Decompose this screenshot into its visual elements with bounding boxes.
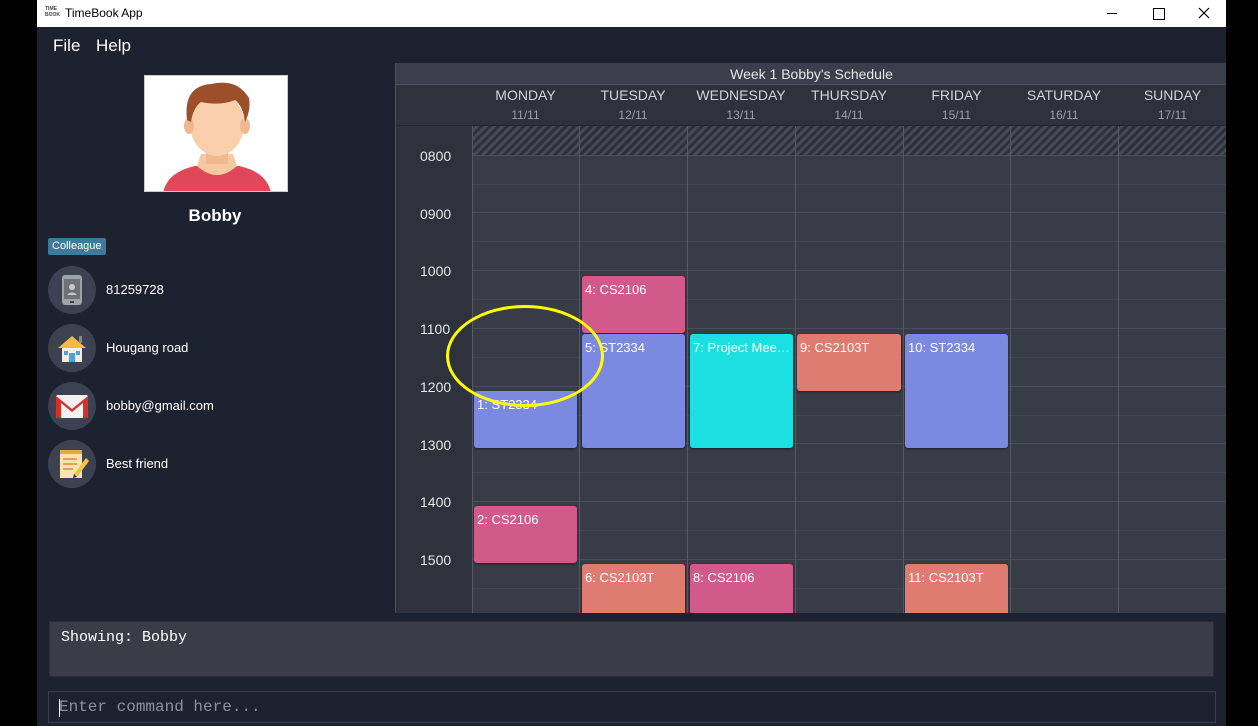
event-cs2106-tuesday[interactable]: 4: CS2106 xyxy=(582,276,685,333)
day-name: FRIDAY xyxy=(931,87,982,103)
avatar-icon xyxy=(145,76,287,191)
menu-help[interactable]: Help xyxy=(96,36,131,56)
time-label: 1200 xyxy=(420,379,452,395)
time-label: 0900 xyxy=(420,206,452,222)
all-day-row xyxy=(472,126,1226,155)
app-logo-icon: TIME BOOK xyxy=(45,6,60,18)
time-label: 1400 xyxy=(420,494,452,510)
grid-line xyxy=(472,472,1226,473)
address-row: Hougang road xyxy=(48,324,348,372)
remark-text: Best friend xyxy=(106,456,169,471)
day-date: 14/11 xyxy=(834,108,864,122)
day-date: 12/11 xyxy=(618,108,648,122)
time-label: 1100 xyxy=(420,321,451,337)
day-header-monday: MONDAY 11/11 xyxy=(472,85,579,125)
menu-file[interactable]: File xyxy=(53,36,80,56)
day-date: 11/11 xyxy=(511,108,540,122)
event-cs2103t-friday[interactable]: 11: CS2103T xyxy=(905,564,1008,613)
time-label: 1500 xyxy=(420,552,452,568)
grid-line xyxy=(1010,126,1011,613)
email-row: bobby@gmail.com xyxy=(48,382,348,430)
house-icon xyxy=(58,336,86,362)
grid-line xyxy=(472,212,1226,213)
grid-line xyxy=(472,501,1226,502)
time-label: 0800 xyxy=(420,148,452,164)
time-label: 1300 xyxy=(420,437,452,453)
time-label: 1000 xyxy=(420,263,452,279)
menu-bar: File Help xyxy=(37,27,1226,63)
grid-line xyxy=(472,559,1226,560)
email-text: bobby@gmail.com xyxy=(106,398,214,413)
remark-row: Best friend xyxy=(48,440,348,488)
schedule-title: Week 1 Bobby's Schedule xyxy=(396,63,1226,85)
day-header-tuesday: TUESDAY 12/11 xyxy=(579,85,687,125)
day-name: WEDNESDAY xyxy=(696,87,786,103)
grid-line xyxy=(1118,126,1119,613)
grid-line xyxy=(795,126,796,613)
schedule-panel: Week 1 Bobby's Schedule MONDAY 11/11 TUE… xyxy=(395,63,1226,613)
day-name: MONDAY xyxy=(495,87,556,103)
grid-line xyxy=(903,126,904,613)
screen-edge-left xyxy=(0,0,37,726)
highlight-circle xyxy=(446,305,604,407)
day-header-friday: FRIDAY 15/11 xyxy=(903,85,1010,125)
grid-line xyxy=(472,270,1226,271)
day-date: 15/11 xyxy=(941,108,972,122)
minimize-button[interactable] xyxy=(1089,0,1135,27)
app-window: TIME BOOK TimeBook App File Help Bobby C… xyxy=(37,0,1226,726)
phone-row: 81259728 xyxy=(48,266,348,314)
person-name: Bobby xyxy=(188,206,242,225)
grid-line xyxy=(472,530,1226,531)
text-caret xyxy=(59,699,60,717)
grid-line xyxy=(687,126,688,613)
phone-icon xyxy=(62,275,82,305)
day-date: 17/11 xyxy=(1157,108,1188,122)
command-input[interactable] xyxy=(49,692,1215,722)
grid-line xyxy=(472,241,1226,242)
avatar xyxy=(144,75,288,192)
event-cs2106-monday[interactable]: 2: CS2106 xyxy=(474,506,577,563)
day-date: 16/11 xyxy=(1049,108,1079,122)
maximize-button[interactable] xyxy=(1135,0,1181,27)
gmail-icon xyxy=(56,395,88,418)
window-title: TimeBook App xyxy=(65,6,143,20)
day-name: SATURDAY xyxy=(1026,87,1102,103)
phone-text: 81259728 xyxy=(106,282,164,297)
address-text: Hougang road xyxy=(106,340,189,355)
day-date: 13/11 xyxy=(726,108,756,122)
event-cs2103t-thursday[interactable]: 9: CS2103T xyxy=(797,334,901,391)
grid-line xyxy=(472,184,1226,185)
event-st2334-friday[interactable]: 10: ST2334 xyxy=(905,334,1008,448)
notepad-icon xyxy=(60,450,89,478)
day-name: TUESDAY xyxy=(600,87,666,103)
tag-badge: Colleague xyxy=(48,238,106,255)
day-name: THURSDAY xyxy=(811,87,887,103)
close-button[interactable] xyxy=(1181,0,1227,27)
day-header-thursday: THURSDAY 14/11 xyxy=(795,85,903,125)
grid-line xyxy=(472,155,1226,156)
result-display[interactable]: Showing: Bobby xyxy=(49,621,1214,677)
result-text: Showing: Bobby xyxy=(61,629,188,646)
close-icon xyxy=(1198,7,1210,19)
day-name: SUNDAY xyxy=(1143,87,1202,103)
title-bar: TIME BOOK TimeBook App xyxy=(37,0,1226,27)
person-detail-panel: Bobby Colleague 81259728 Hougang road bo… xyxy=(37,63,393,613)
day-header-saturday: SATURDAY 16/11 xyxy=(1010,85,1118,125)
event-cs2106-wednesday[interactable]: 8: CS2106 xyxy=(690,564,793,613)
event-project-meeting-wednesday[interactable]: 7: Project Meet... xyxy=(690,334,793,448)
command-box[interactable] xyxy=(48,691,1216,723)
screen-edge-right xyxy=(1226,0,1258,726)
day-header-wednesday: WEDNESDAY 13/11 xyxy=(687,85,795,125)
day-header-sunday: SUNDAY 17/11 xyxy=(1118,85,1226,125)
event-cs2103t-tuesday[interactable]: 6: CS2103T xyxy=(582,564,685,613)
